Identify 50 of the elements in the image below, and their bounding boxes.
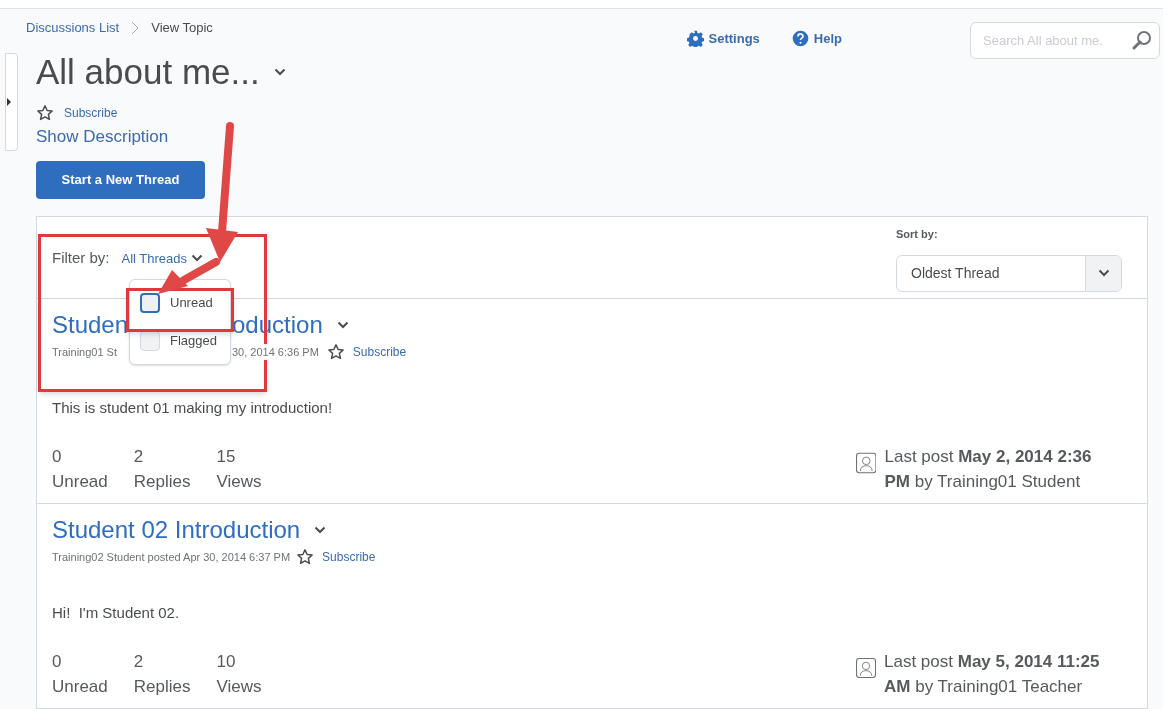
subscribe-link[interactable]: Subscribe: [322, 548, 376, 566]
thread-menu-chevron-icon: [336, 321, 349, 329]
star-icon[interactable]: [36, 103, 54, 122]
star-icon[interactable]: [326, 343, 345, 361]
topic-title: All about me...: [36, 50, 260, 93]
search-icon[interactable]: [1132, 30, 1152, 50]
filter-menu-item[interactable]: Unread: [130, 284, 230, 322]
thread-body: This is student 01 making my introduction!: [52, 398, 333, 418]
thread-menu-chevron-icon: [314, 526, 327, 534]
breadcrumb-link[interactable]: Discussions List: [26, 18, 120, 38]
settings-icon: [686, 30, 704, 47]
checkbox[interactable]: [140, 293, 160, 313]
stat-value: 15: [216, 445, 237, 468]
thread-title[interactable]: Student 02 Introduction: [52, 514, 301, 546]
last-post-text: Last post May 2, 2014 2:36 PM by Training01 Student: [884, 445, 1093, 493]
topic-menu-chevron-icon: [273, 67, 286, 76]
chevron-down-icon: [191, 254, 204, 263]
help-icon: [791, 30, 809, 47]
thread-body: Hi! I'm Student 02.: [52, 603, 180, 623]
sort-label: Sort by:: [896, 227, 939, 242]
filter-dropdown[interactable]: All Threads: [121, 248, 204, 268]
stat-label: Replies: [133, 675, 191, 698]
breadcrumb-current: View Topic: [151, 19, 213, 37]
chevron-down-icon: [1097, 269, 1110, 277]
stat-label: Views: [216, 470, 262, 493]
start-new-thread-button[interactable]: Start a New Thread: [36, 161, 205, 199]
stat-value: 2: [133, 445, 145, 468]
last-post-text: Last post May 5, 2014 11:25 AM by Training01 Teacher: [884, 650, 1101, 698]
stat-label: Unread: [52, 675, 108, 698]
stat-label: Replies: [133, 470, 191, 493]
subscribe-link[interactable]: Subscribe: [64, 103, 118, 122]
stat-value: 2: [133, 650, 145, 673]
subscribe-link[interactable]: Subscribe: [352, 343, 407, 361]
thread-meta: 30, 2014 6:36 PM: [232, 343, 321, 361]
filter-label: Filter by:: [52, 248, 110, 268]
thread-meta: Training01 St: [52, 344, 119, 360]
star-icon[interactable]: [296, 548, 315, 566]
stat-label: Unread: [52, 470, 108, 493]
expand-arrow-icon: [6, 97, 12, 107]
breadcrumb-separator-icon: [131, 20, 140, 35]
filter-menu-item[interactable]: Flagged: [130, 322, 230, 360]
show-description-link[interactable]: Show Description: [36, 123, 169, 149]
help-link[interactable]: Help: [791, 28, 842, 49]
stat-value: 0: [52, 445, 63, 468]
settings-link[interactable]: Settings: [686, 28, 760, 49]
stat-value: 0: [52, 650, 63, 673]
sort-select[interactable]: Oldest Thread: [896, 254, 1122, 292]
stat-value: 10: [216, 650, 237, 673]
stat-label: Views: [216, 675, 262, 698]
thread-meta: Training02 Student posted Apr 30, 2014 6:37 PM: [52, 549, 291, 565]
